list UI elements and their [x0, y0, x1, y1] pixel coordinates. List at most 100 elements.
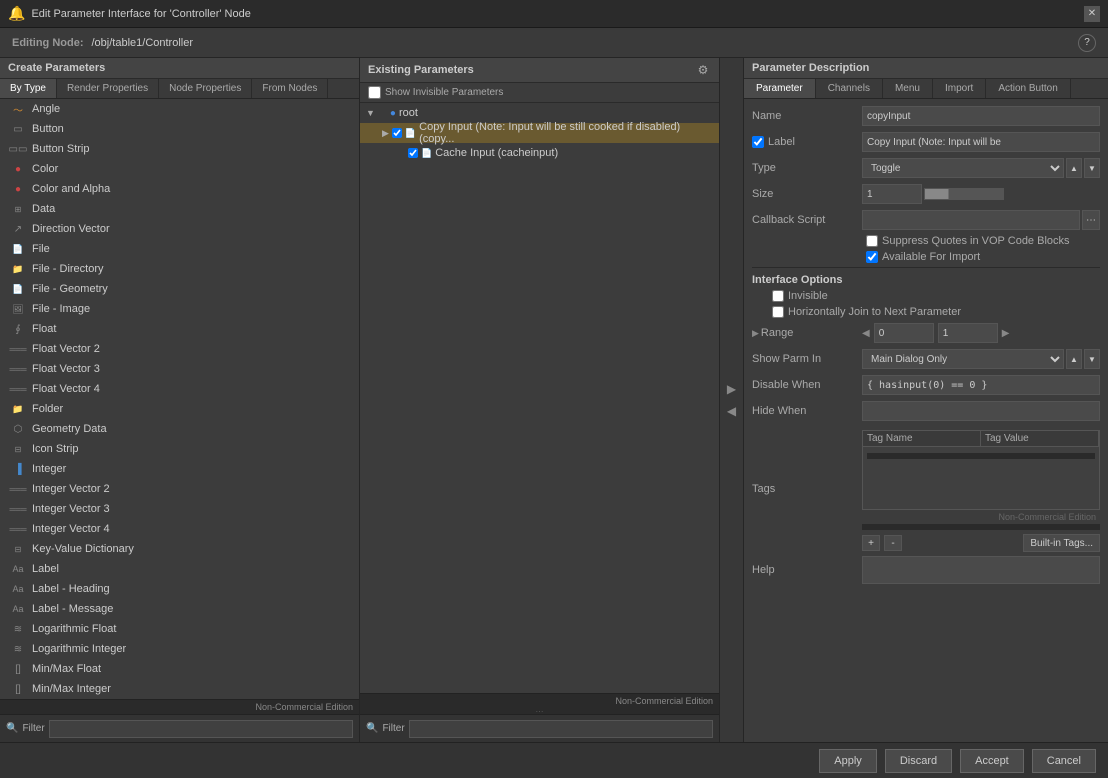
show-invisible-checkbox[interactable] [368, 86, 381, 99]
param-item-icon-strip[interactable]: ⊟ Icon Strip [0, 439, 359, 459]
param-item-angle[interactable]: 〜 Angle [0, 99, 359, 119]
label-checkbox[interactable] [752, 136, 764, 148]
available-import-checkbox[interactable] [866, 251, 878, 263]
name-field-input[interactable] [862, 106, 1100, 126]
parameter-description-panel: Parameter Description Parameter Channels… [744, 58, 1108, 742]
callback-input[interactable] [862, 210, 1080, 230]
param-item-float-vec2[interactable]: ═══ Float Vector 2 [0, 339, 359, 359]
type-down-button[interactable]: ▼ [1084, 158, 1100, 178]
param-item-float-vec4[interactable]: ═══ Float Vector 4 [0, 379, 359, 399]
tags-row: Tags Tag Name Tag Value Non-Commercial E… [752, 426, 1100, 552]
param-item-button-strip[interactable]: ▭▭ Button Strip [0, 139, 359, 159]
tab-render-properties[interactable]: Render Properties [57, 79, 159, 98]
param-label-button: Button [32, 123, 64, 135]
geometry-data-icon: ⬡ [8, 424, 28, 435]
param-item-file-dir[interactable]: 📁 File - Directory [0, 259, 359, 279]
param-item-direction-vector[interactable]: ↗ Direction Vector [0, 219, 359, 239]
tab-menu[interactable]: Menu [883, 79, 933, 98]
add-tag-button[interactable]: + [862, 535, 880, 551]
tree-item-cache-input[interactable]: 📄 Cache Input (cacheinput) [360, 143, 719, 163]
left-filter-input[interactable] [49, 720, 353, 738]
param-item-int-vec4[interactable]: ═══ Integer Vector 4 [0, 519, 359, 539]
tab-by-type[interactable]: By Type [0, 79, 57, 98]
size-field-input[interactable] [862, 184, 922, 204]
right-arrow-button[interactable]: ▶ [727, 382, 736, 396]
param-item-data[interactable]: ⊞ Data [0, 199, 359, 219]
tab-action-button[interactable]: Action Button [986, 79, 1070, 98]
mid-filter-bar: 🔍 Filter [360, 714, 719, 742]
left-arrow-button[interactable]: ◀ [727, 404, 736, 418]
param-item-label[interactable]: Aa Label [0, 559, 359, 579]
param-item-float[interactable]: ∮ Float [0, 319, 359, 339]
param-label-color: Color [32, 163, 58, 175]
tab-import[interactable]: Import [933, 79, 986, 98]
param-item-float-vec3[interactable]: ═══ Float Vector 3 [0, 359, 359, 379]
show-invisible-row: Show Invisible Parameters [360, 83, 719, 103]
range-max-input[interactable] [938, 323, 998, 343]
name-row: Name [752, 105, 1100, 127]
type-up-button[interactable]: ▲ [1066, 158, 1082, 178]
folder-icon: 📁 [8, 404, 28, 415]
help-button[interactable]: ? [1078, 34, 1096, 52]
range-min-input[interactable] [874, 323, 934, 343]
mid-filter-input[interactable] [409, 720, 713, 738]
param-item-color[interactable]: ● Color [0, 159, 359, 179]
range-left-arrow[interactable]: ◀ [862, 328, 870, 339]
suppress-quotes-checkbox[interactable] [866, 235, 878, 247]
invisible-label: Invisible [788, 290, 828, 302]
tab-parameter[interactable]: Parameter [744, 79, 816, 98]
tags-bottom-handle[interactable] [862, 524, 1100, 530]
remove-tag-button[interactable]: - [884, 535, 902, 551]
discard-button[interactable]: Discard [885, 749, 952, 773]
range-right-arrow[interactable]: ▶ [1002, 328, 1010, 339]
param-item-file-image[interactable]: 🖼 File - Image [0, 299, 359, 319]
param-item-folder[interactable]: 📁 Folder [0, 399, 359, 419]
param-item-kv-dict[interactable]: ⊟ Key-Value Dictionary [0, 539, 359, 559]
show-parm-up-button[interactable]: ▲ [1066, 349, 1082, 369]
type-select[interactable]: Toggle [862, 158, 1064, 178]
callback-browse-button[interactable]: ⋯ [1082, 210, 1100, 230]
param-item-int-vec3[interactable]: ═══ Integer Vector 3 [0, 499, 359, 519]
cache-input-checkbox[interactable] [408, 148, 418, 158]
param-item-color-alpha[interactable]: ● Color and Alpha [0, 179, 359, 199]
tab-node-properties[interactable]: Node Properties [159, 79, 252, 98]
param-item-int-vec2[interactable]: ═══ Integer Vector 2 [0, 479, 359, 499]
invisible-checkbox[interactable] [772, 290, 784, 302]
hide-when-input[interactable] [862, 401, 1100, 421]
param-item-integer[interactable]: ▐ Integer [0, 459, 359, 479]
label-field-input[interactable] [862, 132, 1100, 152]
builtin-tags-button[interactable]: Built-in Tags... [1023, 534, 1100, 552]
param-item-geometry-data[interactable]: ⬡ Geometry Data [0, 419, 359, 439]
help-row: Help [752, 556, 1100, 584]
param-item-label-heading[interactable]: Aa Label - Heading [0, 579, 359, 599]
param-item-file[interactable]: 📄 File [0, 239, 359, 259]
tree-item-copy-input[interactable]: ▶ 📄 Copy Input (Note: Input will be stil… [360, 123, 719, 143]
param-label-label-message: Label - Message [32, 603, 113, 615]
param-item-button[interactable]: ▭ Button [0, 119, 359, 139]
close-button[interactable]: ✕ [1084, 6, 1100, 22]
show-parm-down-button[interactable]: ▼ [1084, 349, 1100, 369]
param-item-label-message[interactable]: Aa Label - Message [0, 599, 359, 619]
param-item-log-float[interactable]: ≋ Logarithmic Float [0, 619, 359, 639]
tab-channels[interactable]: Channels [816, 79, 883, 98]
horiz-join-checkbox[interactable] [772, 306, 784, 318]
apply-button[interactable]: Apply [819, 749, 877, 773]
app-icon: 🔔 [8, 5, 25, 22]
tab-from-nodes[interactable]: From Nodes [252, 79, 328, 98]
param-description-tabs: Parameter Channels Menu Import Action Bu… [744, 79, 1108, 99]
show-parm-in-select[interactable]: Main Dialog Only [862, 349, 1064, 369]
param-label-float-vec4: Float Vector 4 [32, 383, 100, 395]
tree-item-root[interactable]: ▼ ● root [360, 103, 719, 123]
accept-button[interactable]: Accept [960, 749, 1024, 773]
param-item-log-integer[interactable]: ≋ Logarithmic Integer [0, 639, 359, 659]
size-slider[interactable] [924, 188, 1004, 200]
disable-when-input[interactable] [862, 375, 1100, 395]
param-item-minmax-integer[interactable]: [] Min/Max Integer [0, 679, 359, 699]
copy-input-checkbox[interactable] [392, 128, 402, 138]
existing-params-gear-button[interactable]: ⚙ [695, 62, 711, 78]
param-item-minmax-float[interactable]: [] Min/Max Float [0, 659, 359, 679]
tags-resize-handle[interactable] [867, 453, 1095, 459]
help-input[interactable] [862, 556, 1100, 584]
cancel-button[interactable]: Cancel [1032, 749, 1096, 773]
param-item-file-geo[interactable]: 📄 File - Geometry [0, 279, 359, 299]
